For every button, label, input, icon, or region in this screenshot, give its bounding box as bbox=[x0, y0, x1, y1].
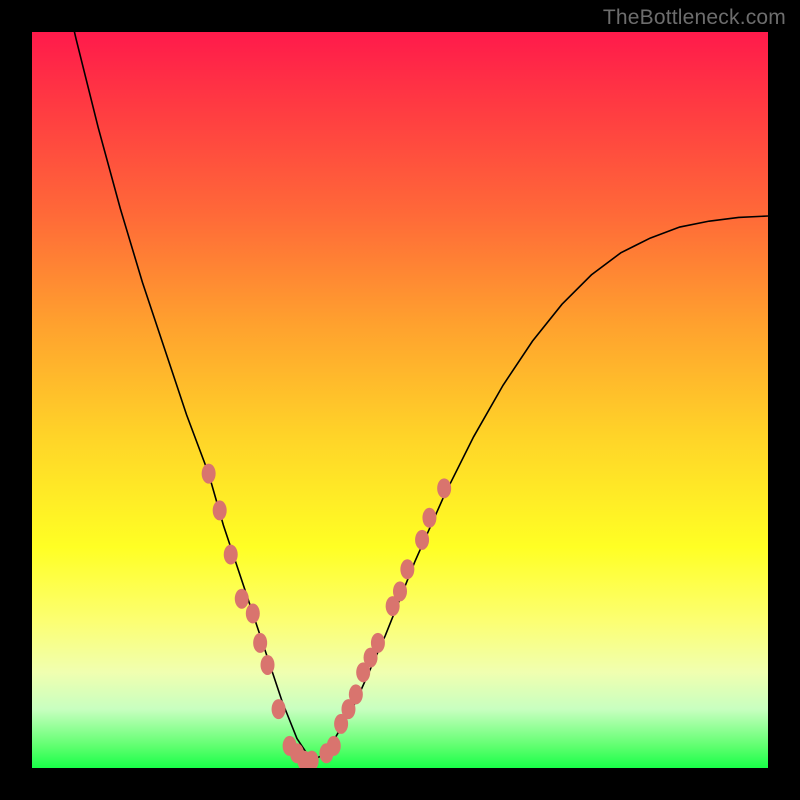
marker-dot bbox=[246, 603, 260, 623]
plot-area bbox=[32, 32, 768, 768]
marker-dot bbox=[371, 633, 385, 653]
marker-dot bbox=[400, 559, 414, 579]
marker-dot bbox=[437, 478, 451, 498]
marker-dot bbox=[202, 464, 216, 484]
marker-dot bbox=[415, 530, 429, 550]
marker-dot bbox=[272, 699, 286, 719]
chart-svg bbox=[32, 32, 768, 768]
marker-dot bbox=[213, 500, 227, 520]
marker-dot bbox=[261, 655, 275, 675]
marker-dot bbox=[253, 633, 267, 653]
marker-dot bbox=[327, 736, 341, 756]
marker-dot bbox=[235, 589, 249, 609]
marker-dot bbox=[422, 508, 436, 528]
watermark-text: TheBottleneck.com bbox=[603, 6, 786, 30]
bottleneck-curve bbox=[32, 32, 768, 761]
highlighted-points bbox=[202, 464, 452, 768]
marker-dot bbox=[349, 684, 363, 704]
marker-dot bbox=[393, 581, 407, 601]
root-frame: TheBottleneck.com bbox=[0, 0, 800, 800]
marker-dot bbox=[224, 545, 238, 565]
